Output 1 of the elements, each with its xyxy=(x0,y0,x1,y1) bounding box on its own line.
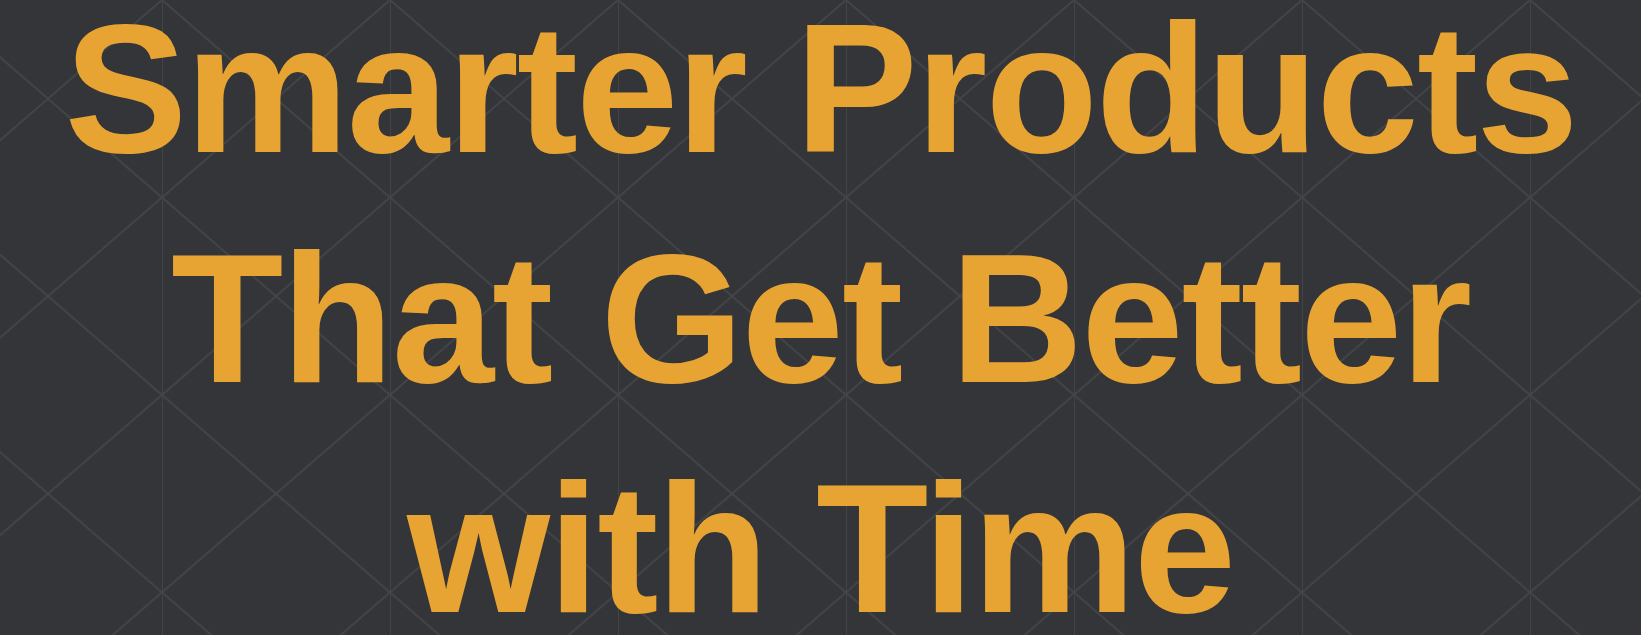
hero-title: Smarter Products That Get Better with Time xyxy=(63,0,1578,635)
